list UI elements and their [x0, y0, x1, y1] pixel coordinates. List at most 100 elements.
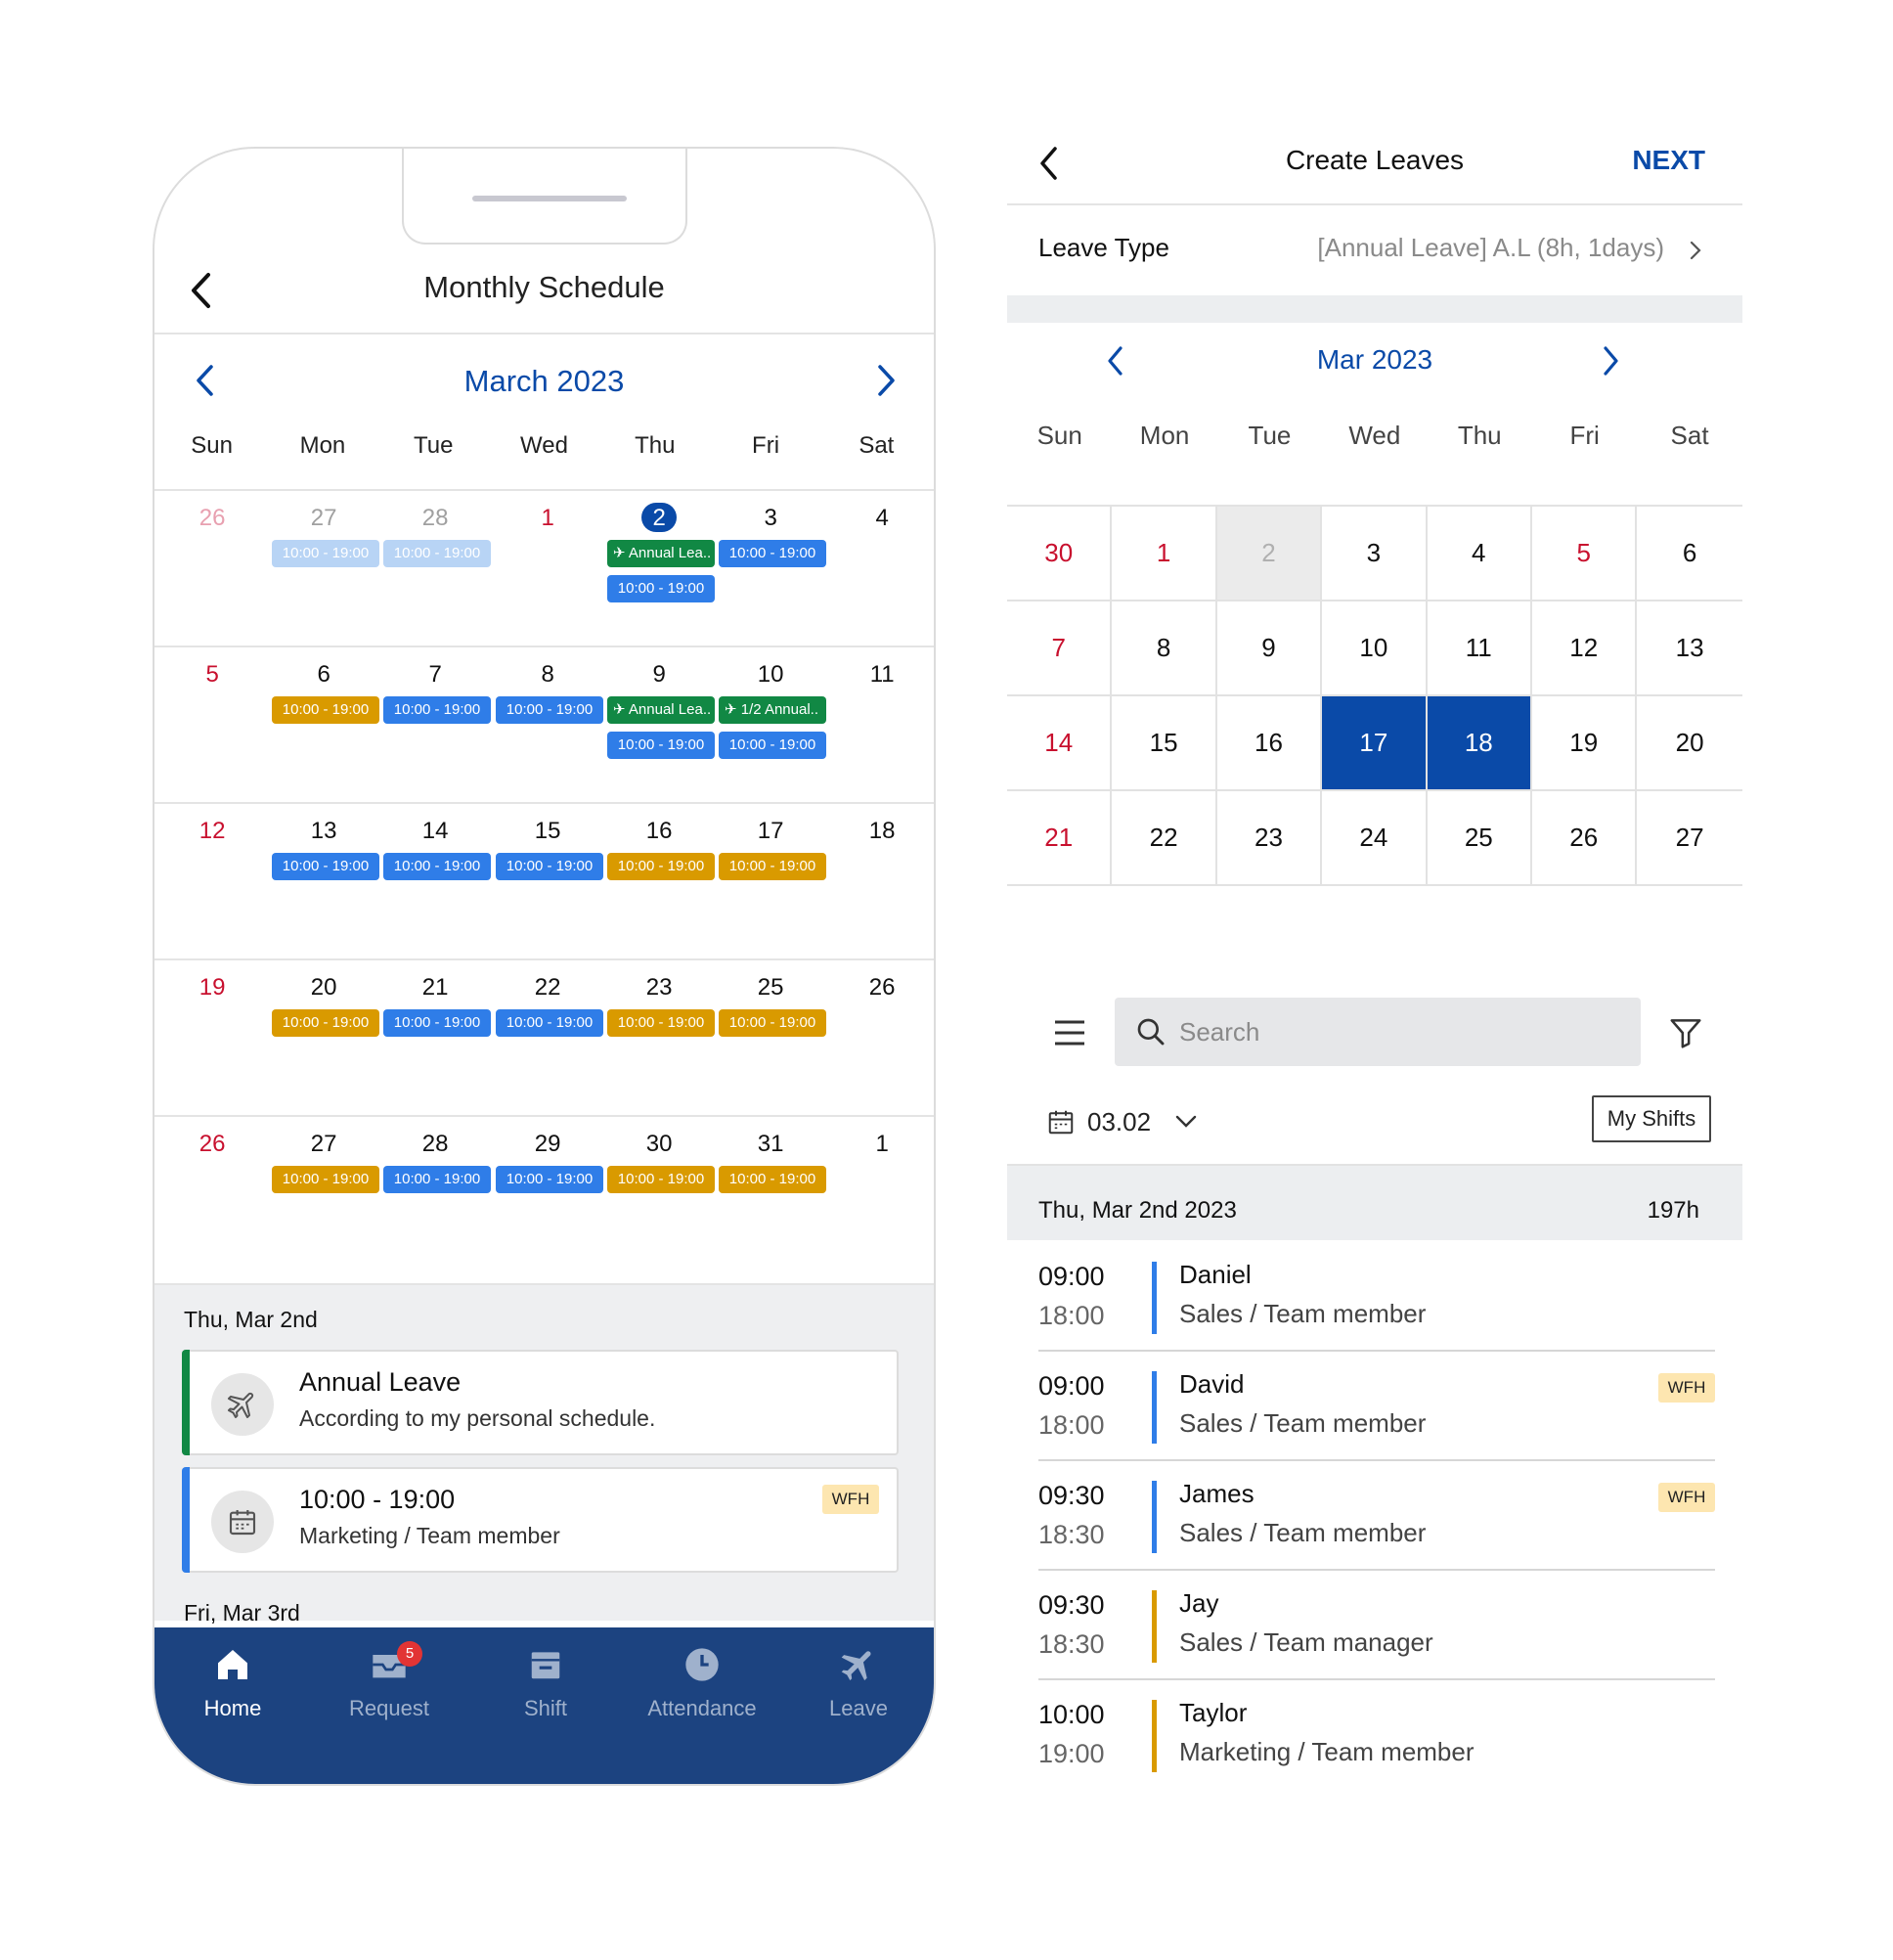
- filter-button[interactable]: [1660, 1007, 1711, 1058]
- calendar-day[interactable]: 25 10:00 - 19:00: [715, 960, 826, 1117]
- calendar-day[interactable]: 20 10:00 - 19:00: [268, 960, 379, 1117]
- weekday-label: Sun: [191, 432, 233, 459]
- calendar-day[interactable]: 15: [1112, 694, 1217, 789]
- filter-date[interactable]: 03.02: [1087, 1107, 1151, 1137]
- calendar-day[interactable]: 26: [156, 491, 268, 647]
- calendar-day[interactable]: 30 10:00 - 19:00: [603, 1117, 715, 1273]
- tab-attendance[interactable]: Attendance: [624, 1637, 780, 1735]
- shift-row[interactable]: 10:00 19:00 Taylor Marketing / Team memb…: [1038, 1680, 1715, 1790]
- event-card-shift[interactable]: 10:00 - 19:00 Marketing / Team member WF…: [182, 1467, 899, 1573]
- tab-label: Home: [203, 1696, 262, 1720]
- calendar-day[interactable]: 23: [1216, 789, 1323, 884]
- calendar-day[interactable]: 10: [1322, 600, 1428, 694]
- section-divider: [1007, 295, 1742, 323]
- calendar-day[interactable]: 28 10:00 - 19:00: [379, 1117, 491, 1273]
- calendar-day[interactable]: 11: [826, 647, 934, 804]
- calendar-day[interactable]: 28 10:00 - 19:00: [379, 491, 491, 647]
- calendar-day[interactable]: 5: [1532, 505, 1638, 600]
- search-input[interactable]: [1179, 1007, 1619, 1056]
- calendar-day[interactable]: 10 ✈ 1/2 Annual.. 10:00 - 19:00: [715, 647, 826, 804]
- event-subtitle: According to my personal schedule.: [299, 1405, 656, 1431]
- calendar-day[interactable]: 13: [1637, 600, 1742, 694]
- tab-request[interactable]: 5 Request: [311, 1637, 467, 1735]
- calendar-day[interactable]: 18: [826, 804, 934, 960]
- calendar-day[interactable]: 31 10:00 - 19:00: [715, 1117, 826, 1273]
- calendar-day[interactable]: 14 10:00 - 19:00: [379, 804, 491, 960]
- calendar-day[interactable]: 1: [826, 1117, 934, 1273]
- weekday-label: Tue: [413, 432, 454, 459]
- calendar-day[interactable]: 12: [1532, 600, 1638, 694]
- calendar-day[interactable]: 30: [1007, 505, 1113, 600]
- next-month-button[interactable]: [862, 356, 911, 405]
- calendar-day[interactable]: 12: [156, 804, 268, 960]
- calendar-day[interactable]: 27 10:00 - 19:00: [268, 1117, 379, 1273]
- calendar-day[interactable]: 16: [1216, 694, 1323, 789]
- tab-shift[interactable]: Shift: [467, 1637, 624, 1735]
- calendar-day[interactable]: 7 10:00 - 19:00: [379, 647, 491, 804]
- calendar-day[interactable]: 6: [1637, 505, 1742, 600]
- calendar-day[interactable]: 21 10:00 - 19:00: [379, 960, 491, 1117]
- shift-chip: 10:00 - 19:00: [383, 853, 491, 880]
- shift-row[interactable]: 09:30 18:30 James Sales / Team member WF…: [1038, 1461, 1715, 1571]
- calendar-day[interactable]: 29 10:00 - 19:00: [492, 1117, 603, 1273]
- chevron-down-icon[interactable]: [1171, 1109, 1201, 1135]
- weekday-label: Wed: [520, 432, 568, 459]
- calendar-day[interactable]: 3: [1322, 505, 1428, 600]
- calendar-day-selected[interactable]: 17: [1322, 694, 1428, 789]
- next-button[interactable]: NEXT: [1632, 145, 1705, 176]
- shift-chip: 10:00 - 19:00: [607, 1166, 715, 1193]
- calendar-day[interactable]: 22: [1112, 789, 1217, 884]
- search-box[interactable]: [1115, 998, 1641, 1066]
- shift-row[interactable]: 09:00 18:00 David Sales / Team member WF…: [1038, 1352, 1715, 1461]
- calendar-day[interactable]: 17 10:00 - 19:00: [715, 804, 826, 960]
- calendar-day[interactable]: 5: [156, 647, 268, 804]
- calendar-day[interactable]: 27: [1637, 789, 1742, 884]
- calendar-day-today[interactable]: 2 ✈ Annual Lea.. 10:00 - 19:00: [603, 491, 715, 647]
- calendar-day[interactable]: 27 10:00 - 19:00: [268, 491, 379, 647]
- shift-row[interactable]: 09:00 18:00 Daniel Sales / Team member: [1038, 1242, 1715, 1352]
- calendar-day[interactable]: 21: [1007, 789, 1113, 884]
- calendar-week: 12 13 10:00 - 19:00 14 10:00 - 19:00 15 10:…: [154, 802, 934, 958]
- calendar-day[interactable]: 6 10:00 - 19:00: [268, 647, 379, 804]
- calendar-week: 26 27 10:00 - 19:00 28 10:00 - 19:00 29 10:…: [154, 1115, 934, 1283]
- shift-row[interactable]: 09:30 18:30 Jay Sales / Team manager: [1038, 1571, 1715, 1680]
- calendar-day[interactable]: 19: [1532, 694, 1638, 789]
- calendar-day[interactable]: 26: [826, 960, 934, 1117]
- calendar-day[interactable]: 25: [1427, 789, 1532, 884]
- calendar-day[interactable]: 8: [1112, 600, 1217, 694]
- calendar-day[interactable]: 3 10:00 - 19:00: [715, 491, 826, 647]
- calendar-day[interactable]: 11: [1427, 600, 1532, 694]
- next-month-button[interactable]: [1592, 338, 1631, 383]
- day-number: 23: [645, 974, 673, 1001]
- calendar-day[interactable]: 16 10:00 - 19:00: [603, 804, 715, 960]
- calendar-day[interactable]: 22 10:00 - 19:00: [492, 960, 603, 1117]
- calendar-day[interactable]: 1: [492, 491, 603, 647]
- calendar-day[interactable]: 4: [1427, 505, 1532, 600]
- calendar-day[interactable]: 26: [1532, 789, 1638, 884]
- calendar-day[interactable]: 24: [1322, 789, 1428, 884]
- calendar-day[interactable]: 9 ✈ Annual Lea.. 10:00 - 19:00: [603, 647, 715, 804]
- calendar-day[interactable]: 13 10:00 - 19:00: [268, 804, 379, 960]
- calendar-day-selected[interactable]: 18: [1427, 694, 1532, 789]
- event-card-leave[interactable]: Annual Leave According to my personal sc…: [182, 1350, 899, 1455]
- calendar-day[interactable]: 1: [1112, 505, 1217, 600]
- day-number: 19: [198, 974, 226, 1001]
- leave-type-row[interactable]: Leave Type [Annual Leave] A.L (8h, 1days…: [1007, 207, 1742, 295]
- my-shifts-button[interactable]: My Shifts: [1592, 1095, 1711, 1142]
- menu-button[interactable]: [1042, 1005, 1097, 1060]
- calendar-day[interactable]: 8 10:00 - 19:00: [492, 647, 603, 804]
- day-number: 6: [317, 661, 330, 688]
- day-number: 27: [310, 505, 337, 531]
- calendar-day[interactable]: 14: [1007, 694, 1113, 789]
- calendar-day[interactable]: 9: [1216, 600, 1323, 694]
- weekday-label: Wed: [1348, 421, 1401, 450]
- calendar-day[interactable]: 4: [826, 491, 934, 647]
- calendar-day[interactable]: 15 10:00 - 19:00: [492, 804, 603, 960]
- calendar-day[interactable]: 26: [156, 1117, 268, 1273]
- tab-leave[interactable]: Leave: [780, 1637, 934, 1735]
- calendar-day[interactable]: 19: [156, 960, 268, 1117]
- calendar-day[interactable]: 7: [1007, 600, 1113, 694]
- calendar-day[interactable]: 23 10:00 - 19:00: [603, 960, 715, 1117]
- tab-home[interactable]: Home: [154, 1637, 311, 1735]
- calendar-day[interactable]: 20: [1637, 694, 1742, 789]
